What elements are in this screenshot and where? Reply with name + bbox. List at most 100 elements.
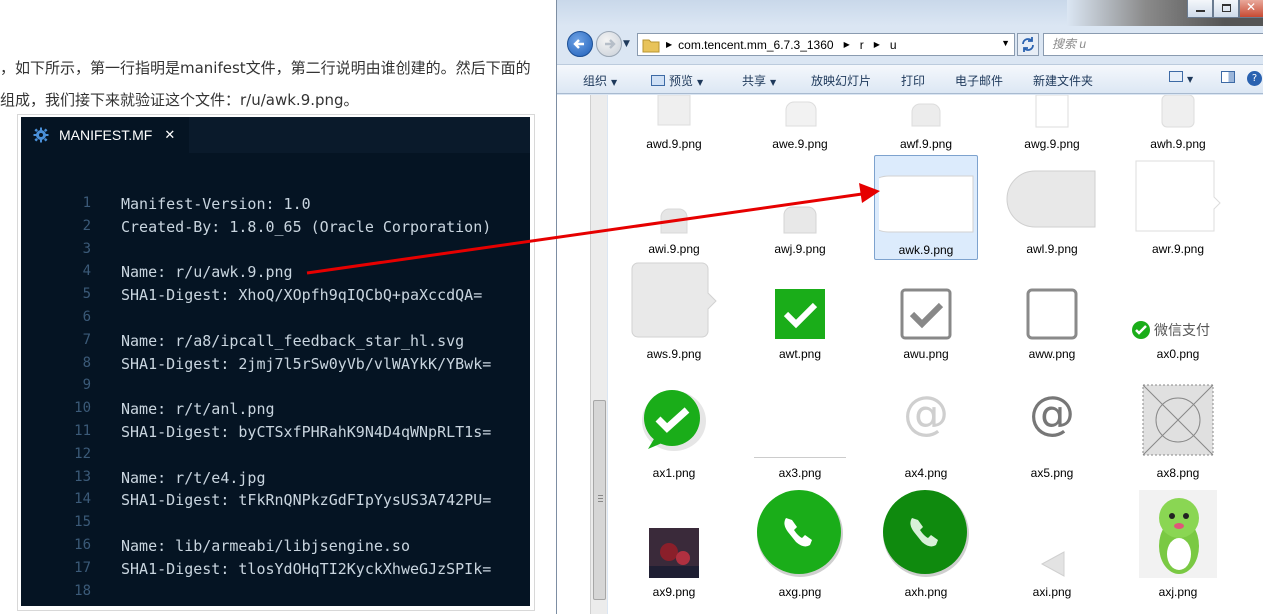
file-thumbnail (657, 95, 691, 126)
file-item[interactable]: axh.png (874, 485, 978, 603)
toolbar-print[interactable]: 打印 (901, 72, 925, 89)
breadcrumb-item-package[interactable]: com.tencent.mm_6.7.3_1360 (678, 38, 833, 52)
file-thumbnail (642, 390, 706, 451)
file-name: awk.9.png (898, 243, 954, 257)
file-name: awf.9.png (899, 137, 953, 151)
file-item[interactable]: ax8.png (1126, 367, 1230, 484)
help-button[interactable]: ? (1247, 70, 1262, 86)
editor-tab-bar: MANIFEST.MF ✕ (21, 117, 530, 153)
file-item[interactable]: awh.9.png (1126, 95, 1230, 155)
preview-pane-button[interactable] (1221, 71, 1235, 86)
file-thumbnail: @ (903, 386, 949, 440)
file-item[interactable]: awe.9.png (748, 97, 852, 155)
forward-arrow-icon (605, 39, 616, 49)
breadcrumb-separator-icon: ▶ (843, 40, 850, 49)
file-thumbnail (649, 528, 699, 578)
line-text: SHA1-Digest: tlosYdOHqTI2KyckXhweGJzSPIk… (121, 559, 492, 578)
file-item[interactable]: @ ax4.png (874, 367, 978, 484)
close-x-icon: ✕ (1246, 0, 1257, 14)
file-item[interactable]: 微信支付 ax0.png (1126, 261, 1230, 365)
file-thumbnail (631, 262, 717, 338)
file-name: awr.9.png (1151, 242, 1205, 256)
svg-text:微信支付: 微信支付 (1154, 323, 1210, 339)
file-item[interactable]: ax9.png (622, 485, 726, 603)
file-thumbnail (783, 206, 817, 234)
file-name: awg.9.png (1024, 137, 1080, 151)
file-name: axg.png (778, 585, 822, 599)
back-button[interactable] (567, 31, 593, 57)
file-item[interactable]: awl.9.png (1000, 155, 1104, 260)
forward-button[interactable] (596, 31, 622, 57)
file-thumbnail (1142, 384, 1214, 456)
file-thumbnail (1006, 170, 1096, 228)
view-icon (1169, 71, 1183, 82)
toolbar-organize[interactable]: 组织 ▼ (583, 72, 617, 89)
file-item[interactable]: aws.9.png (622, 261, 726, 365)
line-text: SHA1-Digest: byCTSxfPHRahK9N4D4qWNpRLT1s… (121, 423, 492, 441)
file-thumbnail (1040, 551, 1065, 577)
toolbar-slideshow[interactable]: 放映幻灯片 (811, 72, 871, 89)
breadcrumb-item-u[interactable]: u (890, 38, 897, 52)
search-input[interactable]: 搜索 u (1043, 33, 1263, 56)
file-item[interactable]: ax3.png (748, 367, 852, 484)
preview-pane-icon (1221, 71, 1235, 83)
refresh-icon (1022, 37, 1034, 52)
file-item[interactable]: awr.9.png (1126, 155, 1230, 260)
file-name: axj.png (1158, 585, 1198, 599)
close-window-button[interactable]: ✕ (1239, 0, 1263, 18)
file-thumbnail: @ (1029, 386, 1075, 440)
file-list-area: awd.9.png awe.9.png awf.9.png awg.9.png awh.… (608, 95, 1263, 614)
view-options-button[interactable]: ▼ (1169, 71, 1193, 85)
refresh-button[interactable] (1017, 33, 1039, 56)
file-name: ax4.png (904, 466, 948, 480)
code-editor: MANIFEST.MF ✕ 1 Manifest-Version: 1.0 2 Cre… (21, 117, 530, 606)
file-item[interactable]: awk.9.png (874, 155, 978, 260)
file-item[interactable]: axg.png (748, 485, 852, 603)
tab-manifest[interactable]: MANIFEST.MF ✕ (21, 117, 189, 153)
line-number: 11 (74, 423, 91, 439)
file-item[interactable]: aww.png (1000, 261, 1104, 365)
file-item[interactable]: awi.9.png (622, 155, 726, 260)
minimize-button[interactable] (1187, 0, 1213, 18)
line-number: 16 (74, 537, 91, 553)
file-item[interactable]: axj.png (1126, 485, 1230, 603)
file-thumbnail (775, 289, 825, 339)
file-name: axh.png (904, 585, 948, 599)
toolbar-new-folder[interactable]: 新建文件夹 (1033, 72, 1093, 89)
file-item[interactable]: awj.9.png (748, 155, 852, 260)
file-name: awu.png (903, 347, 949, 361)
file-item[interactable]: @ ax5.png (1000, 367, 1104, 484)
file-item[interactable]: awu.png (874, 261, 978, 365)
line-number: 10 (74, 400, 91, 417)
file-item[interactable]: axi.png (1000, 485, 1104, 603)
file-item[interactable]: awt.png (748, 261, 852, 365)
file-thumbnail (879, 175, 974, 233)
file-name: awj.9.png (774, 242, 826, 256)
maximize-button[interactable] (1213, 0, 1239, 18)
address-dropdown-icon[interactable]: ▼ (1001, 38, 1010, 48)
file-item[interactable]: ax1.png (622, 367, 726, 484)
line-text: SHA1-Digest: 2jmj7l5rSw0yVb/vlWAYkK/YBwk… (121, 354, 492, 373)
toolbar-preview[interactable]: 预览 ▼ (651, 72, 703, 89)
close-icon[interactable]: ✕ (164, 127, 175, 143)
svg-text:@: @ (1029, 386, 1075, 440)
breadcrumb-item-r[interactable]: r (860, 38, 864, 52)
scrollbar-thumb[interactable] (593, 400, 606, 600)
file-item[interactable]: awf.9.png (874, 97, 978, 155)
file-item[interactable]: awg.9.png (1000, 95, 1104, 155)
line-number: 1 (82, 195, 91, 211)
toolbar-share[interactable]: 共享 ▼ (742, 72, 776, 89)
file-name: ax8.png (1156, 466, 1200, 480)
line-text: Name: r/a8/ipcall_feedback_star_hl.svg (121, 331, 465, 350)
file-thumbnail (754, 457, 846, 458)
line-number: 15 (74, 514, 91, 531)
file-thumbnail (1139, 490, 1217, 578)
toolbar-email[interactable]: 电子邮件 (955, 72, 1003, 89)
article-text-line-1: ，如下所示，第一行指明是manifest文件，第二行说明由谁创建的。然后下面的 (0, 59, 531, 77)
recent-pages-dropdown[interactable]: ▼ (623, 39, 630, 49)
file-name: awe.9.png (772, 137, 828, 151)
navigation-pane-scrollbar[interactable] (590, 95, 607, 614)
file-item[interactable]: awd.9.png (622, 95, 726, 155)
address-bar[interactable]: ▶ com.tencent.mm_6.7.3_1360 ▶ r ▶ u ▼ (637, 33, 1015, 56)
preview-icon (651, 75, 665, 86)
